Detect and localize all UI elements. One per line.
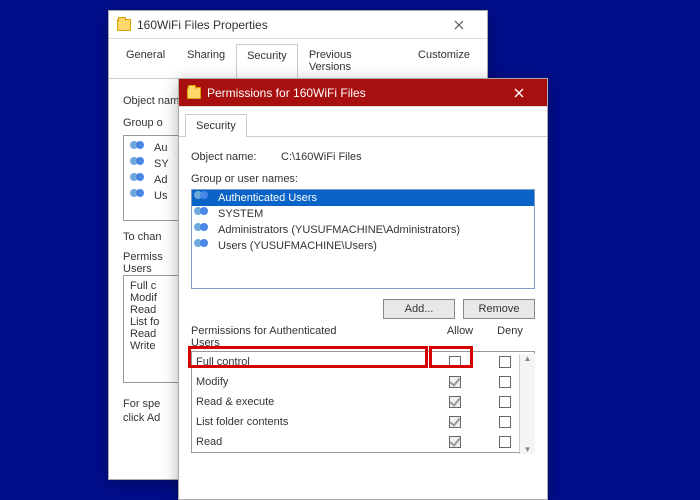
allow-checkbox[interactable]: [449, 416, 461, 428]
deny-header: Deny: [485, 325, 535, 349]
tab-previous-versions[interactable]: Previous Versions: [298, 43, 407, 78]
permissions-table: Permissions for AuthenticatedUsers Allow…: [191, 325, 535, 453]
folder-icon: [117, 19, 131, 31]
allow-checkbox[interactable]: [449, 356, 461, 368]
allow-header: Allow: [435, 325, 485, 349]
deny-checkbox[interactable]: [499, 376, 511, 388]
perm-row: Modify: [192, 372, 534, 392]
users-icon: [130, 141, 148, 155]
users-icon: [194, 191, 212, 205]
perm-row: Full control: [192, 352, 534, 372]
list-item: SYSTEM: [192, 206, 534, 222]
close-button[interactable]: [439, 11, 479, 39]
users-icon: [130, 173, 148, 187]
perm-row: List folder contents: [192, 412, 534, 432]
list-item: Users (YUSUFMACHINE\Users): [192, 238, 534, 254]
tab-general[interactable]: General: [115, 43, 176, 78]
deny-checkbox[interactable]: [499, 396, 511, 408]
object-name-label: Object name:: [191, 151, 267, 163]
perm-row: Read & execute: [192, 392, 534, 412]
tab-security[interactable]: Security: [185, 114, 247, 137]
scrollbar[interactable]: [519, 354, 535, 454]
tab-customize[interactable]: Customize: [407, 43, 481, 78]
titlebar[interactable]: Permissions for 160WiFi Files: [179, 79, 547, 107]
tab-bar: General Sharing Security Previous Versio…: [109, 39, 487, 79]
list-item: Administrators (YUSUFMACHINE\Administrat…: [192, 222, 534, 238]
remove-button[interactable]: Remove: [463, 299, 535, 319]
users-icon: [130, 189, 148, 203]
allow-checkbox[interactable]: [449, 436, 461, 448]
titlebar[interactable]: 160WiFi Files Properties: [109, 11, 487, 39]
deny-checkbox[interactable]: [499, 436, 511, 448]
allow-checkbox[interactable]: [449, 396, 461, 408]
users-icon: [194, 207, 212, 221]
close-button[interactable]: [499, 79, 539, 107]
users-listbox[interactable]: Authenticated Users SYSTEM Administrator…: [191, 189, 535, 289]
hint-line-1: For spe: [123, 398, 160, 410]
tab-security[interactable]: Security: [236, 44, 298, 79]
hint-line-2: click Ad: [123, 412, 160, 424]
tab-sharing[interactable]: Sharing: [176, 43, 236, 78]
add-button[interactable]: Add...: [383, 299, 455, 319]
deny-checkbox[interactable]: [499, 356, 511, 368]
deny-checkbox[interactable]: [499, 416, 511, 428]
users-icon: [130, 157, 148, 171]
tab-body: Object name: C:\160WiFi Files Group or u…: [179, 137, 547, 453]
permissions-window: Permissions for 160WiFi Files Security O…: [178, 78, 548, 500]
list-item: Authenticated Users: [192, 190, 534, 206]
folder-icon: [187, 87, 201, 99]
window-title: Permissions for 160WiFi Files: [207, 86, 499, 100]
perm-header: Permissions for Authenticated: [191, 325, 337, 337]
users-icon: [194, 239, 212, 253]
allow-checkbox[interactable]: [449, 376, 461, 388]
group-label: Group or user names:: [191, 173, 535, 185]
users-icon: [194, 223, 212, 237]
object-name-value: C:\160WiFi Files: [281, 151, 362, 163]
perm-row: Read: [192, 432, 534, 452]
tab-bar: Security: [179, 107, 547, 137]
window-title: 160WiFi Files Properties: [137, 18, 439, 32]
perm-header: Permiss: [123, 251, 163, 263]
